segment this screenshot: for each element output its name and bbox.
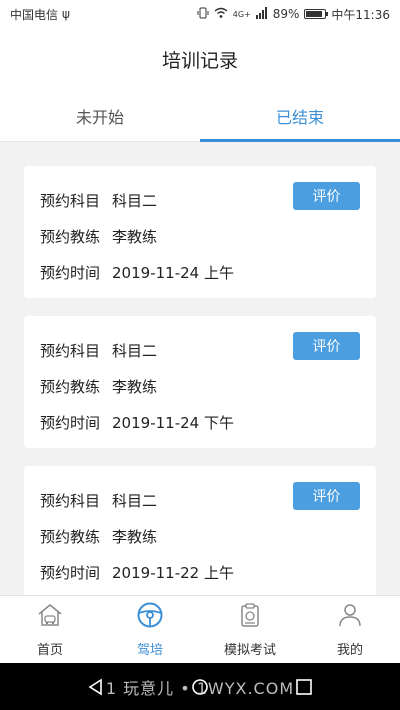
time-label: 预约时间 xyxy=(40,263,101,282)
tabbar-item-mock-exam[interactable]: 模拟考试 xyxy=(200,596,300,663)
coach-value: 李教练 xyxy=(112,227,158,246)
user-icon xyxy=(336,601,364,633)
tab-finished-label: 已结束 xyxy=(275,107,324,127)
subject-value: 科目二 xyxy=(112,341,158,360)
subject-label: 预约科目 xyxy=(40,191,101,210)
tabbar-label-mock-exam: 模拟考试 xyxy=(223,643,276,658)
tab-finished[interactable]: 已结束 xyxy=(200,90,400,142)
record-card: 预约科目 科目二 预约教练 李教练 预约时间 2019-11-24 下午 评价 xyxy=(24,316,376,448)
time-row: 预约时间 2019-11-22 上午 xyxy=(40,554,360,590)
usb-icon: ψ xyxy=(62,7,70,21)
watermark-text: 1 玩意儿 • 1WYX.COM xyxy=(105,678,295,698)
tabbar-label-home: 首页 xyxy=(36,643,63,658)
time-value: 2019-11-24 上午 xyxy=(112,263,234,282)
steering-wheel-icon xyxy=(136,601,164,633)
tabbar-item-driving-training[interactable]: 驾培 xyxy=(100,596,200,663)
tabbar-label-mine: 我的 xyxy=(336,643,363,658)
subject-label: 预约科目 xyxy=(40,341,101,360)
tabbar-item-home[interactable]: 首页 xyxy=(0,596,100,663)
exam-clipboard-icon xyxy=(236,601,264,633)
tab-bar: 未开始 已结束 xyxy=(0,90,400,142)
rate-button[interactable]: 评价 xyxy=(293,182,360,210)
time-row: 预约时间 2019-11-24 下午 xyxy=(40,404,360,440)
coach-value: 李教练 xyxy=(112,527,158,546)
tab-not-started-label: 未开始 xyxy=(75,107,124,127)
coach-label: 预约教练 xyxy=(40,527,101,546)
coach-label: 预约教练 xyxy=(40,227,101,246)
time-row: 预约时间 2019-11-24 上午 xyxy=(40,254,360,290)
subject-value: 科目二 xyxy=(112,491,158,510)
coach-row: 预约教练 李教练 xyxy=(40,518,360,554)
coach-row: 预约教练 李教练 xyxy=(40,218,360,254)
tabbar-item-mine[interactable]: 我的 xyxy=(300,596,400,663)
coach-value: 李教练 xyxy=(112,377,158,396)
record-list[interactable]: 预约科目 科目二 预约教练 李教练 预约时间 2019-11-24 上午 评价 预约科… xyxy=(0,142,400,595)
tab-not-started[interactable]: 未开始 xyxy=(0,90,200,141)
subject-value: 科目二 xyxy=(112,191,158,210)
rate-button[interactable]: 评价 xyxy=(293,332,360,360)
time-label: 预约时间 xyxy=(40,413,101,432)
time-value: 2019-11-22 上午 xyxy=(112,563,234,582)
signal-icon xyxy=(255,6,268,22)
status-bar: 中国电信 ψ 4G+ 89% 中午11:36 xyxy=(0,0,400,28)
home-car-icon xyxy=(36,601,64,633)
network-label: 4G+ xyxy=(232,9,251,19)
wifi-icon xyxy=(214,7,228,22)
page-title: 培训记录 xyxy=(161,49,238,72)
time-label: 预约时间 xyxy=(40,563,101,582)
battery-icon xyxy=(304,9,329,19)
record-card: 预约科目 科目二 预约教练 李教练 预约时间 2019-11-24 上午 评价 xyxy=(24,166,376,298)
tabbar-label-driving-training: 驾培 xyxy=(136,643,163,658)
subject-label: 预约科目 xyxy=(40,491,101,510)
coach-label: 预约教练 xyxy=(40,377,101,396)
vibrate-icon xyxy=(197,7,209,22)
record-card: 预约科目 科目二 预约教练 李教练 预约时间 2019-11-22 上午 评价 xyxy=(24,466,376,595)
carrier-label: 中国电信 xyxy=(10,7,59,22)
coach-row: 预约教练 李教练 xyxy=(40,368,360,404)
bottom-tab-bar: 首页 驾培 模拟考试 我的 xyxy=(0,595,400,663)
time-value: 2019-11-24 下午 xyxy=(112,413,234,432)
page-header: 培训记录 xyxy=(0,28,400,90)
clock: 中午11:36 xyxy=(331,7,390,22)
battery-percent: 89% xyxy=(272,7,300,21)
rate-button[interactable]: 评价 xyxy=(293,482,360,510)
system-navigation-bar: 1 玩意儿 • 1WYX.COM xyxy=(0,663,400,710)
